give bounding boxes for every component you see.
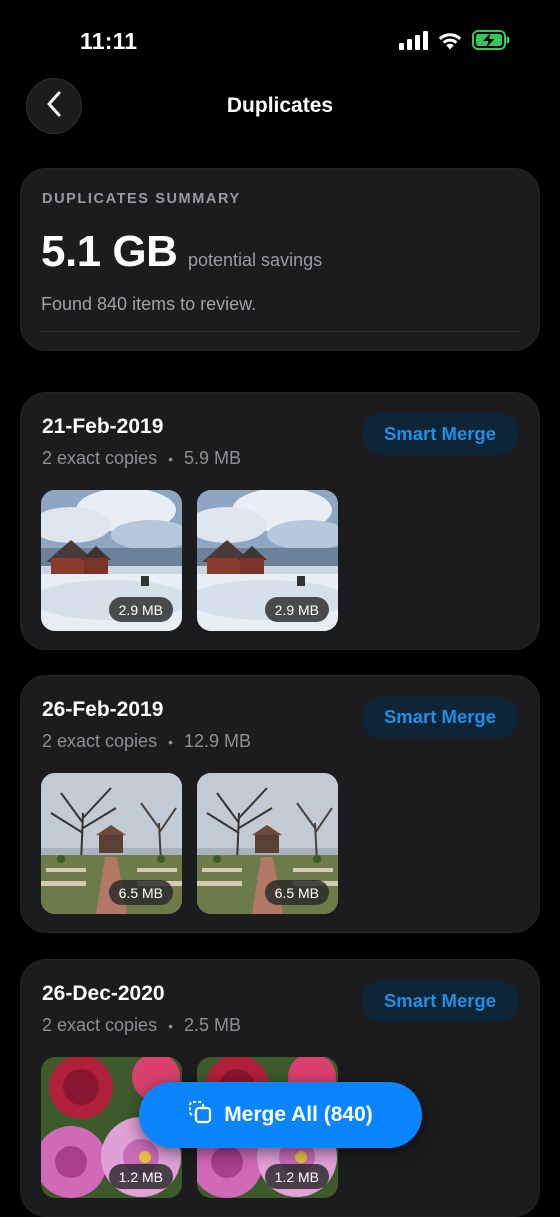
size-badge: 2.9 MB xyxy=(108,597,173,622)
smart-merge-button[interactable]: Smart Merge xyxy=(361,980,519,1022)
group-copies: 2 exact copies xyxy=(42,731,158,751)
group-date: 26-Feb-2019 xyxy=(42,698,164,721)
wifi-icon xyxy=(437,31,463,55)
group-date: 26-Dec-2020 xyxy=(42,982,165,1005)
meta-separator: • xyxy=(168,734,173,750)
photo-thumbnail[interactable]: 6.5 MB xyxy=(197,773,338,914)
cellular-signal-icon xyxy=(399,30,428,55)
status-icons xyxy=(399,30,510,55)
summary-divider xyxy=(41,331,519,332)
photo-thumbnail[interactable]: 2.9 MB xyxy=(197,490,338,631)
photo-thumbnail[interactable]: 2.9 MB xyxy=(41,490,182,631)
size-badge: 2.9 MB xyxy=(264,597,329,622)
group-total-size: 5.9 MB xyxy=(184,448,242,468)
group-copies: 2 exact copies xyxy=(42,448,158,468)
meta-separator: • xyxy=(168,451,173,467)
group-copies: 2 exact copies xyxy=(42,1015,158,1035)
nav-bar: Duplicates xyxy=(0,78,560,136)
meta-separator: • xyxy=(168,1018,173,1034)
group-date: 21-Feb-2019 xyxy=(42,415,164,438)
merge-all-label: Merge All (840) xyxy=(224,1103,373,1126)
group-meta: 2 exact copies • 5.9 MB xyxy=(42,448,241,469)
group-meta: 2 exact copies • 2.5 MB xyxy=(42,1015,241,1036)
thumbnail-row: 2.9 MB 2.9 MB xyxy=(41,490,338,631)
thumbnail-row: 6.5 MB 6.5 MB xyxy=(41,773,338,914)
summary-size: 5.1 GB xyxy=(41,227,178,276)
status-bar: 11:11 xyxy=(0,0,560,84)
battery-charging-icon xyxy=(472,30,510,55)
size-badge: 6.5 MB xyxy=(264,880,329,905)
status-time: 11:11 xyxy=(80,28,138,54)
group-total-size: 12.9 MB xyxy=(184,731,252,751)
copy-icon xyxy=(188,1100,212,1130)
size-badge: 1.2 MB xyxy=(108,1164,173,1189)
duplicates-summary-card: DUPLICATES SUMMARY 5.1 GB potential savi… xyxy=(20,168,540,351)
photo-thumbnail[interactable]: 6.5 MB xyxy=(41,773,182,914)
smart-merge-button[interactable]: Smart Merge xyxy=(361,413,519,455)
duplicate-group-card: 21-Feb-2019 2 exact copies • 5.9 MB Smar… xyxy=(20,392,540,650)
summary-savings-label: potential savings xyxy=(188,250,323,270)
summary-heading: DUPLICATES SUMMARY xyxy=(42,191,241,207)
page-title: Duplicates xyxy=(226,94,334,117)
group-total-size: 2.5 MB xyxy=(184,1015,242,1035)
group-meta: 2 exact copies • 12.9 MB xyxy=(42,731,251,752)
smart-merge-button[interactable]: Smart Merge xyxy=(361,696,519,738)
size-badge: 1.2 MB xyxy=(264,1164,329,1189)
duplicate-group-card: 26-Feb-2019 2 exact copies • 12.9 MB Sma… xyxy=(20,675,540,933)
summary-found-text: Found 840 items to review. xyxy=(41,294,257,314)
size-badge: 6.5 MB xyxy=(108,880,173,905)
merge-all-button[interactable]: Merge All (840) xyxy=(139,1082,422,1148)
